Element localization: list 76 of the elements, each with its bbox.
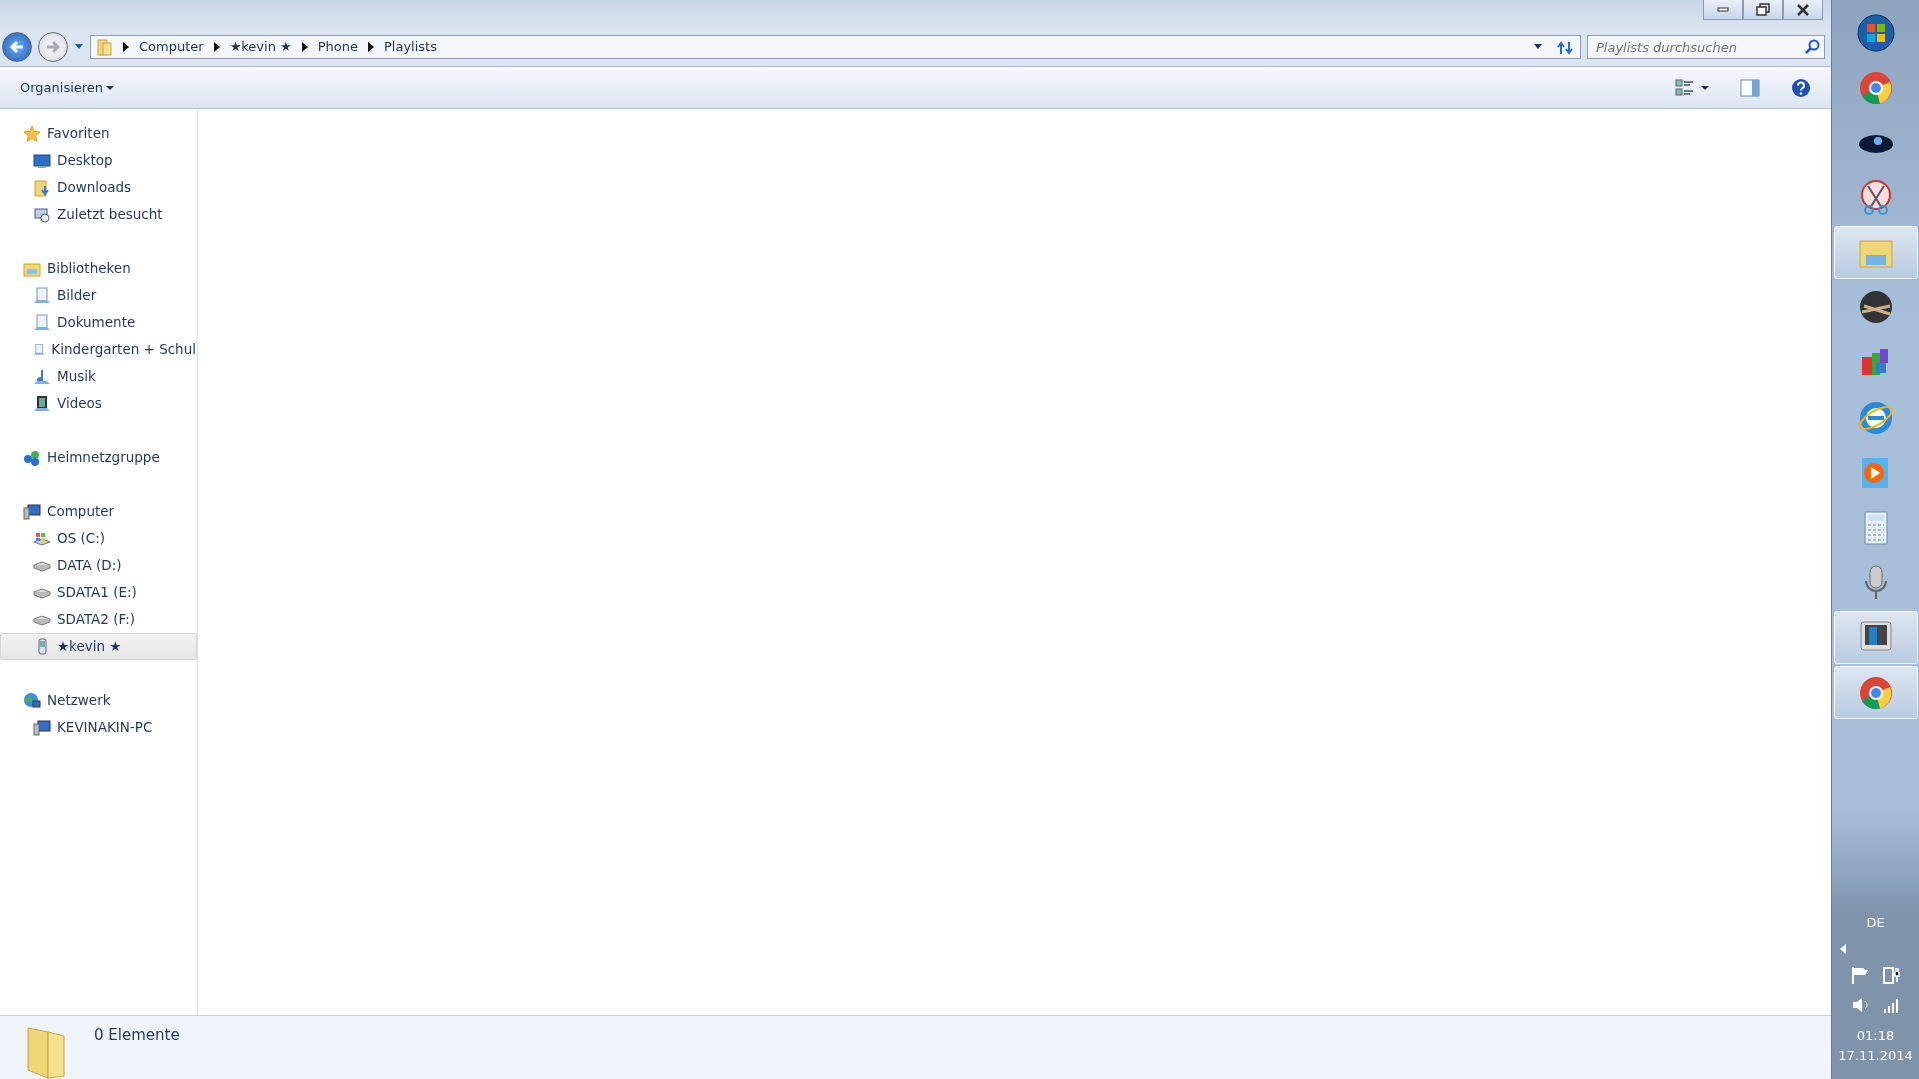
restore-button[interactable] xyxy=(1743,0,1783,20)
caret-icon xyxy=(1701,84,1709,91)
preview-pane-button[interactable] xyxy=(1740,77,1760,98)
sidebar-item[interactable]: DATA (D:) xyxy=(0,552,197,579)
chevron-icon xyxy=(213,42,220,52)
chevron-icon xyxy=(123,42,129,52)
view-options-button[interactable] xyxy=(1674,78,1709,97)
sidebar-group[interactable]: Favoriten xyxy=(0,120,197,147)
close-icon xyxy=(1796,2,1810,17)
address-bar[interactable]: Computer ★kevin ★ Phone Playlists xyxy=(90,35,1581,59)
breadcrumb-item[interactable]: Phone xyxy=(317,37,358,57)
sidebar-item[interactable]: Desktop xyxy=(0,147,197,174)
monitor-icon xyxy=(33,151,51,170)
sidebar-item[interactable]: Dokumente xyxy=(0,309,197,336)
volume-icon xyxy=(1851,996,1869,1014)
close-button[interactable] xyxy=(1783,0,1823,20)
sidebar-item[interactable]: Zuletzt besucht xyxy=(0,201,197,228)
drive-icon xyxy=(33,613,51,626)
sidebar-group[interactable]: Computer xyxy=(0,498,197,525)
sidebar-item[interactable]: Kindergarten + Schul xyxy=(0,336,197,363)
minimize-icon xyxy=(1716,7,1730,12)
restore-icon xyxy=(1756,2,1770,17)
sidebar-item[interactable]: Musik xyxy=(0,363,197,390)
computer-icon xyxy=(23,502,41,521)
breadcrumb-item[interactable]: Playlists xyxy=(384,37,437,57)
preview-pane-icon xyxy=(1740,79,1760,98)
help-button[interactable] xyxy=(1791,77,1811,98)
dropdown-icon xyxy=(74,43,84,51)
taskbar-button[interactable] xyxy=(1833,666,1918,719)
homegroup-icon xyxy=(23,448,41,467)
sidebar-item[interactable]: Downloads xyxy=(0,174,197,201)
help-icon xyxy=(1791,77,1811,98)
chevron-icon xyxy=(368,42,374,52)
signal-icon xyxy=(1882,996,1900,1014)
drive-icon xyxy=(33,586,51,599)
item-count: 0 Elemente xyxy=(94,1025,180,1046)
sidebar-group[interactable]: Bibliotheken xyxy=(0,255,197,282)
drive-icon xyxy=(33,559,51,572)
dropdown-icon xyxy=(1532,43,1543,51)
globe-computer-icon xyxy=(23,691,41,710)
document-icon xyxy=(33,286,51,305)
sidebar-item[interactable]: SDATA1 (E:) xyxy=(0,579,197,606)
forward-arrow-icon xyxy=(44,38,62,56)
flag-icon xyxy=(1851,966,1869,984)
computer-clock-icon xyxy=(33,205,51,224)
sidebar-item[interactable]: SDATA2 (F:) xyxy=(0,606,197,633)
sidebar-group[interactable]: Heimnetzgruppe xyxy=(0,444,197,471)
music-note-icon xyxy=(33,367,51,386)
sidebar-item[interactable]: Videos xyxy=(0,390,197,417)
breadcrumb-item[interactable]: Computer xyxy=(139,37,204,57)
battery-plug-icon xyxy=(1882,966,1900,984)
chevron-icon xyxy=(301,42,308,52)
minimize-button[interactable] xyxy=(1703,0,1743,20)
back-arrow-icon xyxy=(8,38,26,56)
folder-arrow-icon xyxy=(33,178,51,197)
star-icon xyxy=(23,124,41,143)
sidebar-group[interactable]: Netzwerk xyxy=(0,687,197,714)
folder-icon xyxy=(97,38,113,56)
forward-button[interactable] xyxy=(38,32,68,62)
back-button[interactable] xyxy=(2,32,32,62)
search-field[interactable]: Playlists durchsuchen xyxy=(1587,35,1825,59)
sidebar-item[interactable]: KEVINAKIN-PC xyxy=(0,714,197,741)
search-icon xyxy=(1804,39,1820,55)
show-hidden-icons-arrow xyxy=(1838,944,1847,954)
document-icon xyxy=(33,313,51,332)
sidebar-item[interactable]: Bilder xyxy=(0,282,197,309)
sidebar-item[interactable]: ★kevin ★ xyxy=(0,633,197,660)
organize-menu[interactable]: Organisieren xyxy=(20,77,115,98)
windows-logo xyxy=(1855,12,1896,53)
sidebar-item[interactable]: OS (C:) xyxy=(0,525,197,552)
caret-icon xyxy=(106,84,115,91)
taskbar-button[interactable] xyxy=(1833,611,1918,664)
details-view-icon xyxy=(1674,78,1695,97)
breadcrumb-item[interactable]: ★kevin ★ xyxy=(229,37,292,57)
computer-icon xyxy=(33,718,51,737)
film-icon xyxy=(33,394,51,413)
